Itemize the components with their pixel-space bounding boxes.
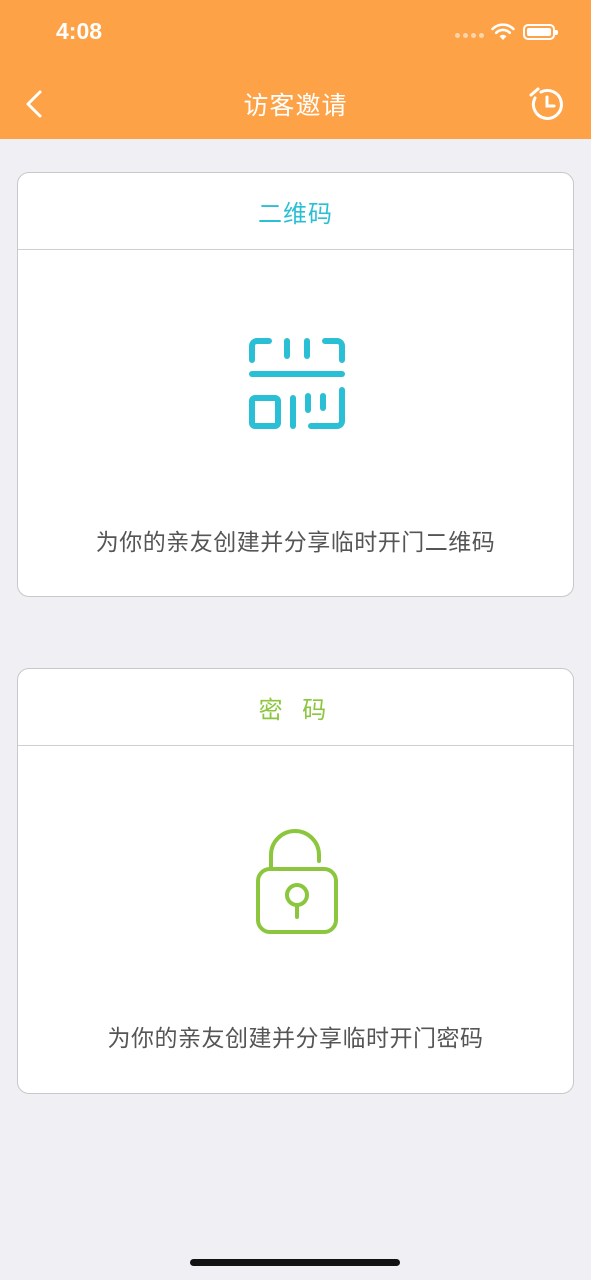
qr-code-card[interactable]: 二维码 为你的亲友创建并分享临时开门二维码	[17, 172, 574, 597]
password-card[interactable]: 密 码 为你的亲友创建并分享临时开门密码	[17, 668, 574, 1094]
history-button[interactable]	[528, 86, 566, 124]
password-card-title: 密 码	[18, 669, 573, 746]
wifi-icon	[491, 23, 515, 40]
password-card-description: 为你的亲友创建并分享临时开门密码	[107, 1026, 484, 1052]
qr-scan-icon	[249, 338, 345, 429]
battery-icon	[523, 24, 558, 40]
qr-card-description: 为你的亲友创建并分享临时开门二维码	[95, 530, 496, 556]
nav-header: 4:08 访客邀请	[0, 0, 591, 139]
qr-card-title: 二维码	[18, 173, 573, 250]
status-time: 4:08	[56, 18, 103, 44]
home-indicator	[190, 1259, 400, 1266]
page-title: 访客邀请	[243, 91, 348, 120]
padlock-icon	[256, 829, 338, 934]
clock-history-icon	[529, 87, 563, 120]
signal-dots-icon	[455, 33, 485, 41]
